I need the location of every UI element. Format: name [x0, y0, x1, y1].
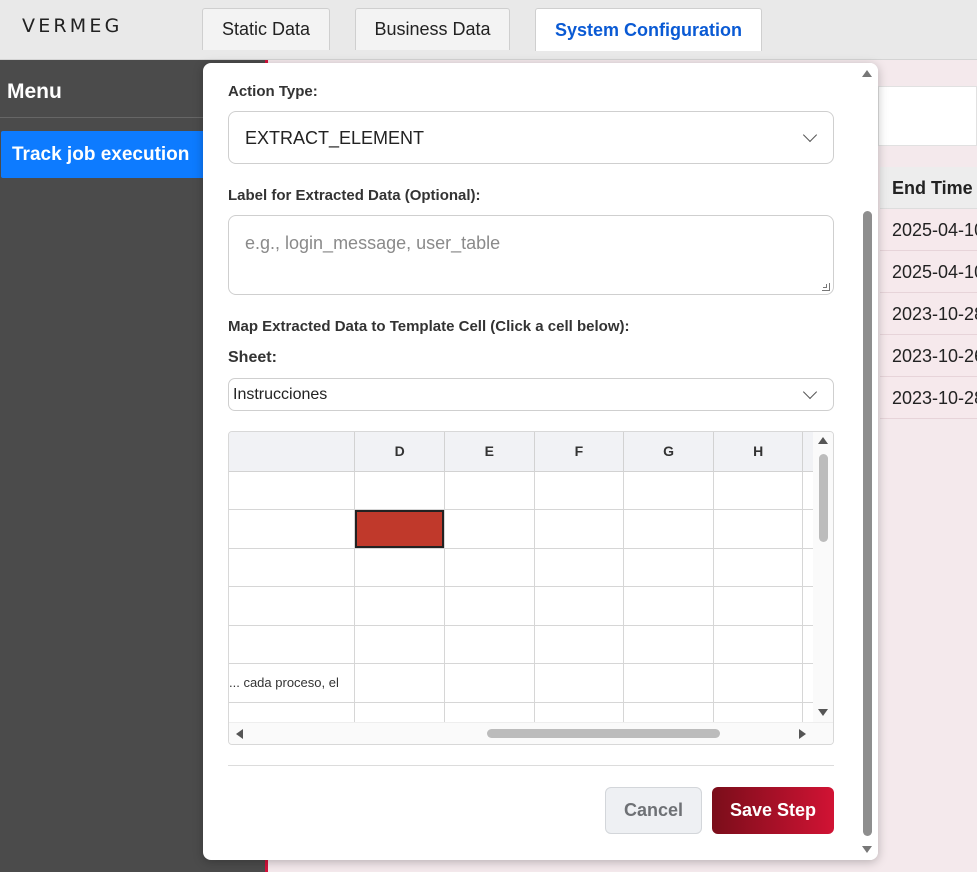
grid-cell[interactable]: [713, 625, 804, 664]
action-type-value: EXTRACT_ELEMENT: [245, 128, 425, 148]
template-grid: D E F G H cada proceso, el ...: [228, 431, 834, 745]
grid-cell[interactable]: [444, 548, 535, 587]
tab-system-configuration[interactable]: System Configuration: [535, 8, 762, 51]
grid-horizontal-scrollbar[interactable]: [229, 722, 833, 744]
grid-cell[interactable]: [444, 663, 535, 703]
vermeg-logo: VERMEG: [22, 15, 123, 37]
grid-cell[interactable]: [229, 548, 356, 587]
job-execution-table: End Time 2025-04-10 2025-04-10 2023-10-2…: [880, 167, 977, 419]
grid-cell-selected[interactable]: [354, 509, 445, 549]
grid-cell[interactable]: [354, 586, 445, 626]
grid-cell[interactable]: [713, 586, 804, 626]
cancel-button[interactable]: Cancel: [605, 787, 702, 834]
scroll-down-arrow-icon[interactable]: [862, 846, 872, 853]
extract-label-placeholder: e.g., login_message, user_table: [245, 233, 501, 253]
top-bar: VERMEG Static Data Business Data System …: [0, 0, 977, 60]
extract-label-input[interactable]: e.g., login_message, user_table: [228, 215, 834, 295]
edit-step-modal: Action Type: EXTRACT_ELEMENT Label for E…: [203, 63, 878, 860]
scroll-up-arrow-icon[interactable]: [818, 437, 828, 444]
grid-cell[interactable]: [623, 625, 714, 664]
grid-row: [229, 471, 833, 510]
grid-cell[interactable]: [713, 548, 804, 587]
grid-cell[interactable]: [444, 586, 535, 626]
table-cell: 2025-04-10: [880, 251, 977, 293]
grid-cell[interactable]: [354, 663, 445, 703]
grid-column-header-f: F: [534, 432, 625, 472]
grid-cell[interactable]: [534, 625, 625, 664]
grid-vertical-scroll-thumb[interactable]: [819, 454, 828, 542]
grid-cell[interactable]: [444, 625, 535, 664]
grid-row: [229, 586, 833, 626]
grid-row: [229, 509, 833, 549]
tab-static-data[interactable]: Static Data: [202, 8, 330, 50]
grid-cell[interactable]: [534, 548, 625, 587]
grid-cell[interactable]: [623, 509, 714, 549]
scroll-down-arrow-icon[interactable]: [818, 709, 828, 716]
grid-cell[interactable]: [623, 586, 714, 626]
grid-cell[interactable]: [354, 548, 445, 587]
grid-cell[interactable]: [623, 663, 714, 703]
sheet-value: Instrucciones: [233, 386, 328, 403]
grid-cell[interactable]: [229, 625, 356, 664]
grid-cell[interactable]: [713, 509, 804, 549]
grid-cell[interactable]: [229, 471, 356, 510]
grid-horizontal-scroll-thumb[interactable]: [487, 729, 720, 738]
grid-cell[interactable]: [534, 663, 625, 703]
grid-column-header: [229, 432, 356, 472]
grid-cell[interactable]: [534, 471, 625, 510]
grid-cell[interactable]: [534, 509, 625, 549]
grid-cell[interactable]: [354, 471, 445, 510]
sheet-label: Sheet:: [228, 349, 277, 366]
tab-business-data[interactable]: Business Data: [355, 8, 510, 50]
grid-cell[interactable]: [713, 471, 804, 510]
grid-row: [229, 548, 833, 587]
grid-cell-truncated[interactable]: cada proceso, el ...: [229, 663, 356, 703]
sheet-select[interactable]: Instrucciones: [228, 378, 834, 411]
grid-column-header-e: E: [444, 432, 535, 472]
grid-table: D E F G H cada proceso, el ...: [229, 432, 833, 741]
grid-column-header-h: H: [713, 432, 804, 472]
grid-row: [229, 625, 833, 664]
grid-column-header-g: G: [623, 432, 714, 472]
action-type-label: Action Type:: [228, 83, 318, 100]
table-cell: 2025-04-10: [880, 209, 977, 251]
scroll-right-arrow-icon[interactable]: [799, 729, 806, 739]
table-cell: 2023-10-28: [880, 293, 977, 335]
action-type-select[interactable]: EXTRACT_ELEMENT: [228, 111, 834, 164]
grid-cell[interactable]: [229, 586, 356, 626]
grid-cell[interactable]: [534, 586, 625, 626]
chevron-down-icon: [802, 384, 818, 400]
extract-label-label: Label for Extracted Data (Optional):: [228, 187, 481, 204]
scroll-up-arrow-icon[interactable]: [862, 70, 872, 77]
table-cell: 2023-10-26: [880, 335, 977, 377]
grid-cell[interactable]: [444, 471, 535, 510]
table-cell: 2023-10-28: [880, 377, 977, 419]
grid-column-header-d: D: [354, 432, 445, 472]
grid-row: cada proceso, el ...: [229, 663, 833, 703]
chevron-down-icon: [802, 127, 818, 143]
modal-footer-divider: [228, 765, 834, 766]
modal-scrollbar[interactable]: [856, 63, 878, 860]
grid-cell[interactable]: [229, 509, 356, 549]
menu-title: Menu: [7, 80, 62, 103]
grid-cell[interactable]: [623, 548, 714, 587]
grid-cell[interactable]: [444, 509, 535, 549]
map-instruction-label: Map Extracted Data to Template Cell (Cli…: [228, 318, 630, 335]
grid-vertical-scrollbar[interactable]: [813, 432, 833, 724]
resize-handle-icon[interactable]: [822, 283, 830, 291]
save-step-button[interactable]: Save Step: [712, 787, 834, 834]
modal-scroll-thumb[interactable]: [863, 211, 872, 836]
grid-cell[interactable]: [354, 625, 445, 664]
grid-cell[interactable]: [713, 663, 804, 703]
scroll-left-arrow-icon[interactable]: [236, 729, 243, 739]
background-card: [878, 86, 977, 146]
grid-cell[interactable]: [623, 471, 714, 510]
table-header-end-time: End Time: [880, 167, 977, 209]
